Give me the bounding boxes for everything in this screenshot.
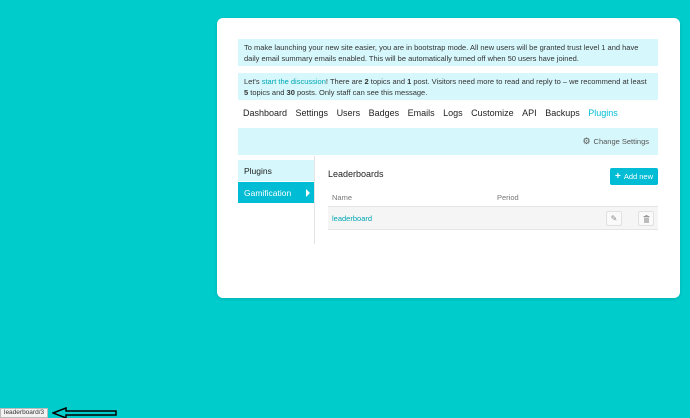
discussion-alert: Let's start the discussion! There are 2 …	[238, 73, 658, 100]
nav-dashboard[interactable]: Dashboard	[243, 108, 287, 118]
bootstrap-alert-text: To make launching your new site easier, …	[244, 43, 639, 63]
sidebar-item-plugins[interactable]: Plugins	[238, 160, 314, 181]
sidebar-item-label: Gamification	[244, 188, 292, 198]
nav-emails[interactable]: Emails	[408, 108, 435, 118]
nav-settings[interactable]: Settings	[296, 108, 329, 118]
trash-icon	[643, 214, 649, 223]
nav-logs[interactable]: Logs	[443, 108, 463, 118]
recommended-posts: 30	[286, 87, 295, 97]
plus-icon: +	[614, 170, 621, 182]
caret-right-icon	[306, 189, 310, 197]
add-new-label: Add new	[623, 172, 654, 181]
leaderboards-title: Leaderboards	[328, 169, 384, 179]
nav-badges[interactable]: Badges	[369, 108, 400, 118]
discussion-text-end: posts. Only staff can see this message.	[294, 87, 428, 97]
nav-api[interactable]: API	[522, 108, 537, 118]
nav-plugins[interactable]: Plugins	[588, 108, 618, 118]
start-discussion-link[interactable]: start the discussion	[262, 77, 326, 86]
discussion-text-4: topics and	[248, 87, 287, 97]
sidebar-item-gamification[interactable]: Gamification	[238, 182, 314, 203]
delete-button[interactable]	[638, 211, 654, 226]
status-bar-url: leaderboard/3	[0, 408, 49, 418]
table-row: leaderboard ✎	[328, 206, 658, 230]
edit-button[interactable]: ✎	[606, 211, 622, 226]
admin-nav: Dashboard Settings Users Badges Emails L…	[243, 108, 626, 118]
sidebar-divider	[314, 156, 315, 244]
discussion-prefix-text: Let's	[244, 77, 262, 86]
nav-users[interactable]: Users	[337, 108, 361, 118]
column-header-name: Name	[332, 193, 353, 202]
sidebar-item-label: Plugins	[244, 166, 272, 176]
change-settings-label: Change Settings	[593, 137, 649, 146]
plugin-settings-bar: ⚙ Change Settings	[238, 128, 658, 155]
bootstrap-mode-alert: To make launching your new site easier, …	[238, 39, 658, 66]
add-new-button[interactable]: + Add new	[610, 168, 658, 185]
change-settings-button[interactable]: ⚙ Change Settings	[582, 136, 649, 147]
discussion-text-3: post. Visitors need more to read and rep…	[411, 77, 647, 86]
column-header-period: Period	[497, 193, 519, 202]
plugins-sidebar: Plugins Gamification	[238, 160, 314, 204]
nav-backups[interactable]: Backups	[545, 108, 580, 118]
discussion-text-2: topics and	[368, 77, 408, 86]
discussion-text-1: ! There are	[325, 77, 365, 86]
pencil-icon: ✎	[610, 214, 618, 223]
gear-icon: ⚙	[582, 136, 591, 146]
left-arrow-icon	[52, 407, 117, 418]
nav-customize[interactable]: Customize	[471, 108, 514, 118]
leaderboard-link[interactable]: leaderboard	[332, 214, 372, 223]
